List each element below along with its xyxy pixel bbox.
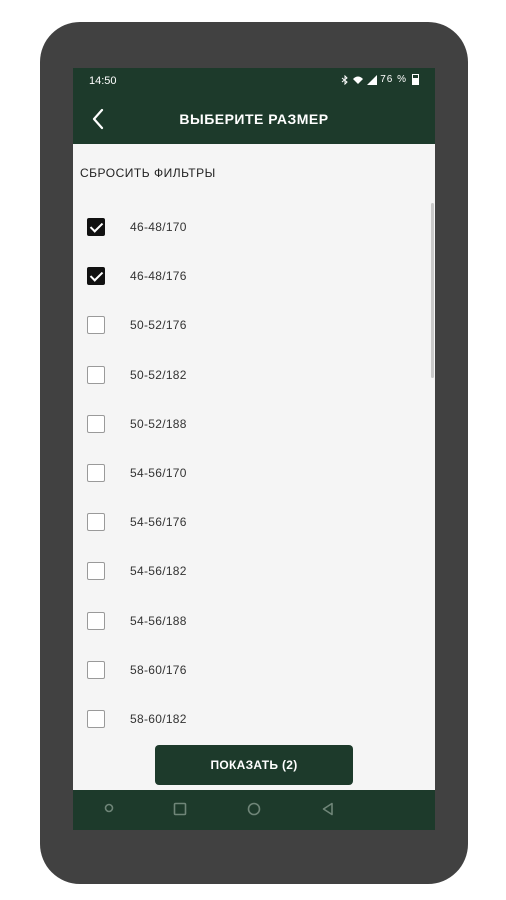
size-checkbox[interactable] — [87, 660, 105, 679]
size-label: 46-48/176 — [130, 269, 187, 284]
size-label: 54-56/188 — [130, 613, 187, 628]
size-checkbox[interactable] — [87, 464, 105, 482]
square-icon[interactable] — [173, 802, 187, 816]
size-label: 54-56/170 — [130, 466, 187, 480]
circle-icon[interactable] — [247, 802, 261, 816]
status-bar: 14:50 76 % — [73, 68, 435, 94]
size-label: 58-60/182 — [130, 712, 187, 726]
size-checkbox[interactable] — [87, 414, 105, 433]
size-checkbox[interactable] — [87, 267, 105, 286]
app-bar: ВЫБЕРИТЕ РАЗМЕР — [73, 94, 435, 144]
list-item[interactable]: 54-56/176 — [73, 498, 428, 547]
bluetooth-icon — [341, 74, 348, 85]
size-label: 54-56/182 — [130, 564, 187, 579]
wifi-icon — [353, 76, 364, 84]
list-item[interactable]: 58-60/176 — [73, 646, 428, 695]
signal-icon — [367, 74, 378, 85]
size-label: 54-56/176 — [130, 515, 187, 530]
list-item[interactable]: 46-48/170 — [73, 203, 428, 252]
list-item[interactable]: 46-48/176 — [73, 252, 428, 301]
size-checkbox[interactable] — [87, 562, 105, 581]
size-label: 58-60/176 — [130, 662, 187, 677]
size-label: 50-52/182 — [130, 367, 187, 382]
app-screen: 14:50 76 % ВЫБЕРИТЕ РАЗМЕР СБРОСИТЬ ФИЛЬ… — [73, 68, 435, 830]
size-checkbox[interactable] — [87, 218, 105, 236]
system-nav-bar — [73, 790, 435, 830]
list-item[interactable]: 54-56/170 — [73, 449, 428, 498]
reset-filters-link[interactable]: СБРОСИТЬ ФИЛЬТРЫ — [80, 166, 216, 180]
battery-icon — [412, 74, 419, 85]
size-checkbox[interactable] — [87, 710, 105, 728]
show-button[interactable]: ПОКАЗАТЬ (2) — [155, 745, 353, 785]
footer: ПОКАЗАТЬ (2) — [73, 736, 435, 790]
dot-icon[interactable] — [103, 802, 115, 814]
list-item[interactable]: 50-52/176 — [73, 301, 428, 350]
size-label: 50-52/188 — [130, 416, 187, 431]
status-time: 14:50 — [89, 75, 117, 87]
scrollbar[interactable] — [431, 203, 434, 378]
status-icons: 76 % — [341, 74, 419, 85]
list-item[interactable]: 50-52/188 — [73, 400, 428, 449]
size-checkbox[interactable] — [87, 316, 105, 335]
page-title: ВЫБЕРИТЕ РАЗМЕР — [179, 111, 329, 127]
size-label: 50-52/176 — [130, 318, 187, 333]
battery-percent: 76 % — [380, 74, 407, 85]
size-checkbox[interactable] — [87, 513, 105, 532]
list-item[interactable]: 50-52/182 — [73, 351, 428, 400]
list-item[interactable]: 54-56/182 — [73, 547, 428, 596]
triangle-back-icon[interactable] — [321, 802, 335, 816]
size-checkbox[interactable] — [87, 365, 105, 384]
size-label: 46-48/170 — [130, 220, 187, 234]
size-checkbox[interactable] — [87, 611, 105, 630]
list-item[interactable]: 54-56/188 — [73, 597, 428, 646]
